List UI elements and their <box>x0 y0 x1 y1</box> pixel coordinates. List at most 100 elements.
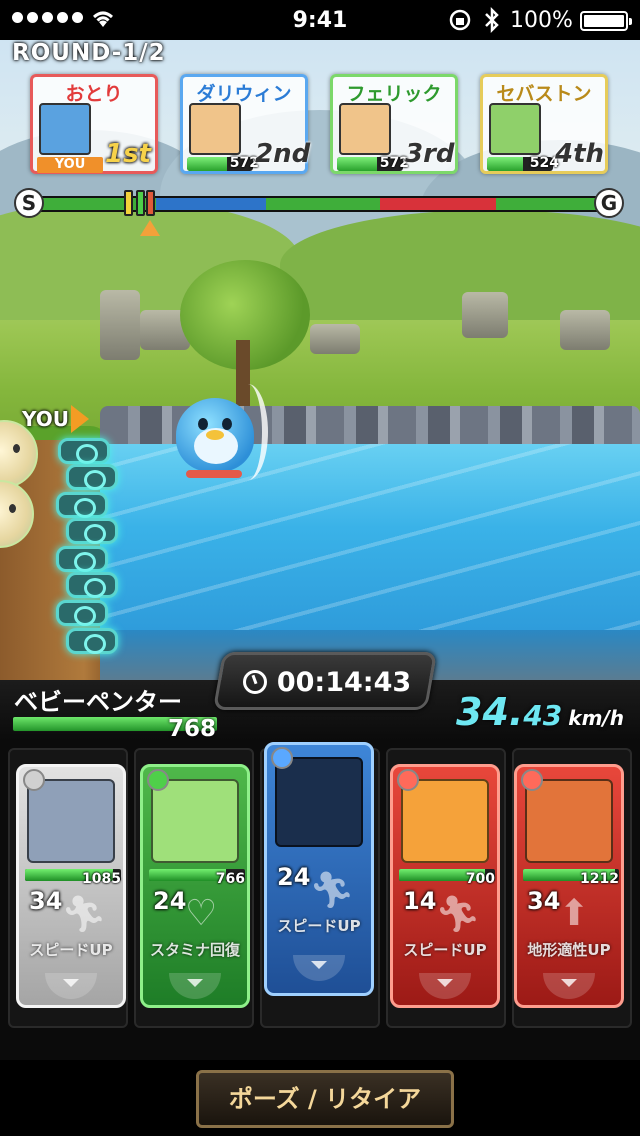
racer-name: フェリック <box>346 83 442 105</box>
card-skill: スピードUP <box>403 941 487 959</box>
racer-rank: 3rd <box>405 139 455 169</box>
card-art <box>401 779 489 863</box>
ruin-stone <box>560 310 610 350</box>
heart-icon: ♡ <box>185 893 218 934</box>
card-hp: 1085 <box>82 871 121 887</box>
you-marker-label: YOU <box>22 407 70 431</box>
you-tag: YOU <box>37 157 103 173</box>
race-progress-track <box>34 196 604 212</box>
hex-tile <box>58 438 110 464</box>
hex-tile <box>66 572 118 598</box>
card-cost: 34 <box>527 887 561 915</box>
timer-value: 00:14:43 <box>276 666 412 698</box>
card-hp: 766 <box>215 871 245 887</box>
racer-rank: 2nd <box>255 139 311 169</box>
card-skill: 地形適性UP <box>527 941 611 959</box>
card-hp: 700 <box>465 871 495 887</box>
speed-main: 34. <box>456 690 524 734</box>
skill-card-5[interactable]: 1212 34 ⬆ 地形適性UP <box>514 764 624 1008</box>
chevron-down-icon <box>293 955 345 981</box>
pause-retire-button[interactable]: ポーズ / リタイア <box>196 1070 454 1128</box>
character-hp: 768 <box>167 716 216 742</box>
hex-tile <box>56 492 108 518</box>
chevron-down-icon <box>169 973 221 999</box>
racer-hp: 524 <box>529 155 559 171</box>
element-orb-icon <box>521 769 543 791</box>
element-orb-icon <box>271 747 293 769</box>
racer-rank: 4th <box>555 139 605 169</box>
battery-icon <box>580 11 632 31</box>
skill-card-3[interactable]: 24 🏃︎ スピードUP <box>264 742 374 996</box>
racer-rank: 1st <box>105 139 151 169</box>
card-cost: 24 <box>153 887 187 915</box>
hex-tile <box>66 464 118 490</box>
bluetooth-icon <box>485 6 499 34</box>
card-hp: 1212 <box>580 871 619 887</box>
speed-unit: km/h <box>568 706 624 730</box>
you-marker: YOU <box>22 405 90 433</box>
racer-card-2: ダリウィン 572 2nd <box>180 74 311 174</box>
racer-portrait <box>489 103 541 155</box>
racer-portrait <box>339 103 391 155</box>
you-arrow-icon <box>71 405 90 433</box>
battery-percent: 100% <box>510 8 573 33</box>
skill-card-4[interactable]: 700 14 🏃︎ スピードUP <box>390 764 500 1008</box>
skill-card-2[interactable]: 766 24 ♡ スタミナ回復 <box>140 764 250 1008</box>
character-name: ベビーペンター <box>14 688 182 716</box>
element-orb-icon <box>397 769 419 791</box>
racer-hp: 572 <box>229 155 259 171</box>
racer-hp: 572 <box>379 155 409 171</box>
chevron-down-icon <box>45 973 97 999</box>
card-art <box>151 779 239 863</box>
racer-name: セバストン <box>496 83 592 105</box>
card-skill: スピードUP <box>277 917 361 935</box>
card-cost: 24 <box>277 863 311 891</box>
track-segment <box>156 198 266 210</box>
chevron-down-icon <box>543 973 595 999</box>
track-segment <box>266 198 380 210</box>
race-timer: 00:14:43 <box>232 664 422 700</box>
hex-tile <box>56 546 108 572</box>
ruin-stone <box>462 292 508 338</box>
hex-tile <box>66 518 118 544</box>
racer-marker <box>146 190 155 216</box>
card-art <box>27 779 115 863</box>
player-penguin <box>170 384 268 480</box>
element-orb-icon <box>147 769 169 791</box>
card-art <box>525 779 613 863</box>
running-icon: 🏃︎ <box>61 894 107 935</box>
racer-card-3: フェリック 572 3rd <box>330 74 458 174</box>
card-cost: 14 <box>403 887 437 915</box>
ruin-stone <box>310 324 360 354</box>
track-start: S <box>14 188 44 218</box>
speed-decimal: 43 <box>523 699 563 732</box>
card-skill: スタミナ回復 <box>149 941 240 959</box>
element-orb-icon <box>23 769 45 791</box>
player-position-marker <box>140 220 160 236</box>
racer-marker <box>124 190 133 216</box>
running-icon: 🏃︎ <box>309 870 355 911</box>
skill-card-1[interactable]: 1085 34 🏃︎ スピードUP <box>16 764 126 1008</box>
racer-name: ダリウィン <box>196 83 292 105</box>
chevron-down-icon <box>419 973 471 999</box>
running-icon: 🏃︎ <box>435 894 481 935</box>
racer-marker <box>136 190 145 216</box>
racer-card-1: おとり YOU 1st <box>30 74 158 174</box>
racer-card-4: セバストン 524 4th <box>480 74 608 174</box>
racer-portrait <box>39 103 91 155</box>
racer-portrait <box>189 103 241 155</box>
ruin-pillar <box>100 290 140 360</box>
terrain-up-icon: ⬆ <box>559 893 590 934</box>
speed-readout: 34. 43 km/h <box>456 690 624 734</box>
hex-tile <box>66 628 118 654</box>
racer-name: おとり <box>65 83 123 105</box>
rotation-lock-icon <box>449 9 471 31</box>
track-goal: G <box>594 188 624 218</box>
hex-tile <box>56 600 108 626</box>
track-segment <box>380 198 496 210</box>
card-art <box>275 757 363 847</box>
card-cost: 34 <box>29 887 63 915</box>
track-segment <box>496 198 602 210</box>
card-skill: スピードUP <box>29 941 113 959</box>
round-label: ROUND-1/2 <box>12 40 166 66</box>
